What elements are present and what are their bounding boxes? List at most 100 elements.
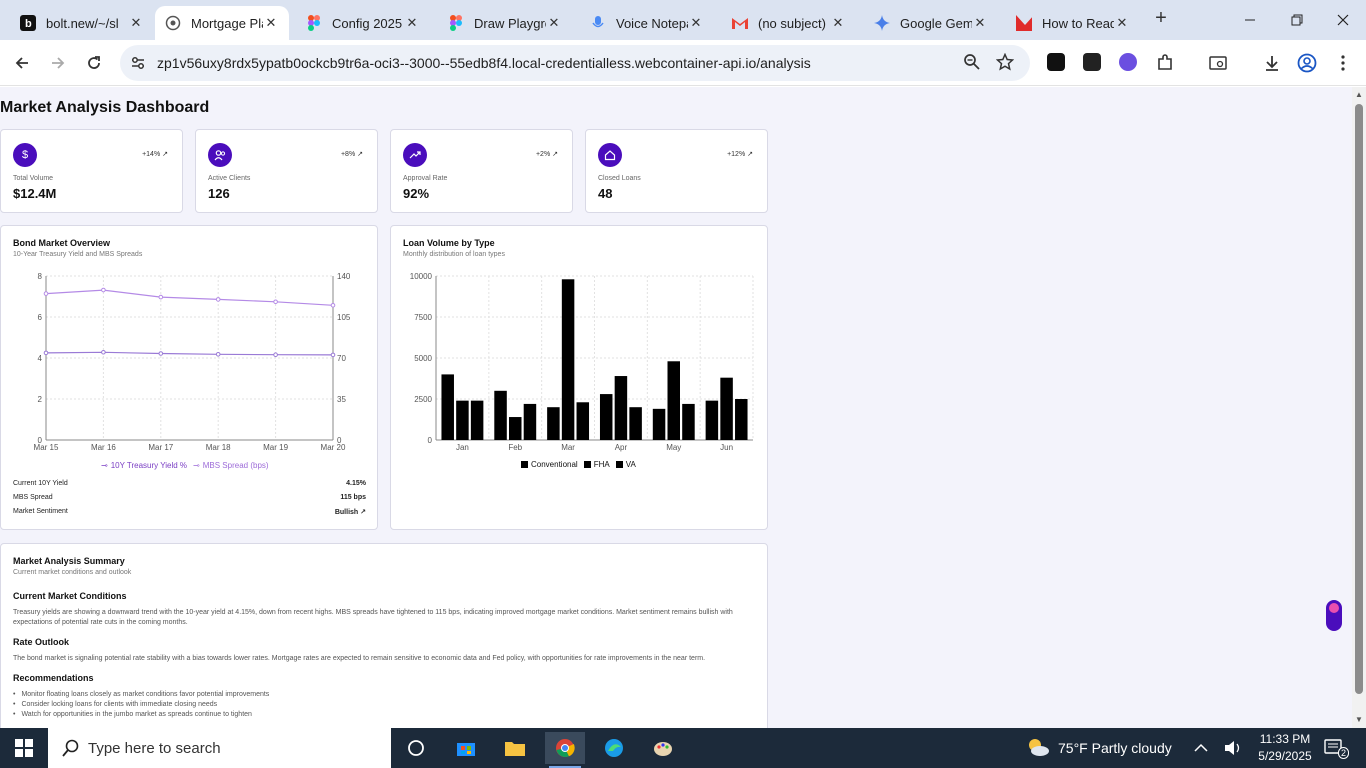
bar bbox=[629, 407, 642, 440]
kv-row-sentiment: Market Sentiment Bullish ↗ bbox=[13, 508, 366, 516]
new-tab-button[interactable]: + bbox=[1150, 8, 1172, 30]
task-view-icon[interactable] bbox=[396, 732, 436, 764]
extension-icon[interactable] bbox=[1047, 53, 1065, 71]
site-settings-icon[interactable] bbox=[129, 54, 147, 72]
stat-value: $12.4M bbox=[13, 186, 57, 201]
tab-strip: b bolt.new/~/sl ✕ Mortgage Pla ✕ Config … bbox=[0, 0, 1366, 40]
close-icon[interactable]: ✕ bbox=[546, 15, 562, 31]
stat-card-active-clients: +8% ↗ Active Clients 126 bbox=[195, 129, 378, 213]
list-item: Watch for opportunities in the jumbo mar… bbox=[13, 710, 269, 720]
clock-date: 5/29/2025 bbox=[1258, 749, 1312, 763]
close-icon[interactable]: ✕ bbox=[688, 15, 704, 31]
x-tick-label: Mar bbox=[561, 443, 575, 452]
puzzle-icon[interactable] bbox=[1153, 51, 1177, 75]
volume-icon[interactable] bbox=[1224, 728, 1242, 768]
figma-icon bbox=[448, 15, 464, 31]
page-scrollbar[interactable]: ▲ ▼ bbox=[1352, 87, 1366, 728]
bar bbox=[735, 399, 748, 440]
home-icon bbox=[598, 143, 622, 167]
tab-bolt[interactable]: b bolt.new/~/sl ✕ bbox=[10, 6, 154, 40]
tab-title: Mortgage Pla bbox=[191, 15, 263, 31]
scroll-up-icon[interactable]: ▲ bbox=[1355, 91, 1363, 99]
data-point bbox=[330, 352, 336, 358]
system-clock[interactable]: 11:33 PM 5/29/2025 bbox=[1246, 731, 1324, 765]
tab-title: bolt.new/~/sl bbox=[46, 15, 119, 31]
windows-start-icon[interactable] bbox=[4, 732, 44, 764]
tab-howto[interactable]: How to Read ✕ bbox=[1006, 6, 1140, 40]
series-line bbox=[45, 351, 334, 356]
profile-icon[interactable] bbox=[1295, 51, 1319, 75]
list-item: Monitor floating loans closely as market… bbox=[13, 690, 269, 700]
stat-change: +14% ↗ bbox=[142, 151, 168, 158]
tab-config[interactable]: Config 2025 ✕ bbox=[296, 6, 430, 40]
file-explorer-icon[interactable] bbox=[495, 732, 535, 764]
extension-icon[interactable] bbox=[1119, 53, 1137, 71]
section-heading: Current Market Conditions bbox=[13, 591, 127, 601]
store-icon[interactable] bbox=[446, 732, 486, 764]
stat-label: Total Volume bbox=[13, 175, 54, 182]
notification-icon[interactable]: 2 bbox=[1324, 728, 1350, 768]
bookmark-star-icon[interactable] bbox=[995, 52, 1015, 76]
mic-icon bbox=[590, 15, 606, 31]
tray-chevron-icon[interactable] bbox=[1194, 728, 1208, 768]
y-tick-label-right: 35 bbox=[337, 395, 346, 404]
y-tick-label-right: 140 bbox=[337, 272, 351, 281]
y-tick-label-right: 70 bbox=[337, 354, 346, 363]
scrollbar-thumb[interactable] bbox=[1355, 104, 1363, 694]
bar bbox=[470, 400, 484, 440]
minimize-icon[interactable] bbox=[1238, 8, 1262, 32]
close-icon[interactable]: ✕ bbox=[972, 15, 988, 31]
extension-icon[interactable] bbox=[1083, 53, 1101, 71]
close-icon[interactable]: ✕ bbox=[404, 15, 420, 31]
close-icon[interactable]: ✕ bbox=[263, 15, 279, 31]
tab-search-icon[interactable] bbox=[1206, 51, 1230, 75]
users-icon bbox=[208, 143, 232, 167]
data-point bbox=[158, 294, 164, 300]
search-icon bbox=[62, 739, 80, 762]
kv-row-spread: MBS Spread 115 bps bbox=[13, 494, 366, 501]
bar bbox=[456, 400, 469, 440]
x-tick-label: Mar 19 bbox=[263, 443, 288, 452]
list-item: Consider locking loans for clients with … bbox=[13, 700, 269, 710]
zoom-icon[interactable] bbox=[963, 53, 981, 76]
restore-icon[interactable] bbox=[1285, 8, 1309, 32]
tab-mortgage[interactable]: Mortgage Pla ✕ bbox=[155, 6, 289, 40]
forward-icon[interactable] bbox=[46, 51, 70, 75]
back-icon[interactable] bbox=[10, 51, 34, 75]
x-tick-label: Mar 20 bbox=[321, 443, 346, 452]
section-heading: Rate Outlook bbox=[13, 637, 70, 647]
tab-gmail[interactable]: (no subject) - ✕ bbox=[722, 6, 856, 40]
reload-icon[interactable] bbox=[82, 51, 106, 75]
chrome-icon[interactable] bbox=[545, 732, 585, 768]
tab-draw[interactable]: Draw Playgro ✕ bbox=[438, 6, 572, 40]
bar bbox=[523, 403, 537, 440]
assistant-widget[interactable] bbox=[1326, 600, 1342, 631]
taskbar-search[interactable]: Type here to search bbox=[48, 728, 391, 768]
address-bar[interactable]: zp1v56uxy8rdx5ypatb0ockcb9tr6a-oci3--300… bbox=[120, 45, 1030, 81]
close-window-icon[interactable] bbox=[1331, 8, 1355, 32]
stat-card-approval-rate: +2% ↗ Approval Rate 92% bbox=[390, 129, 573, 213]
weather-widget[interactable]: 75°F Partly cloudy bbox=[1026, 728, 1172, 768]
stat-change: +12% ↗ bbox=[727, 151, 753, 158]
tab-voice[interactable]: Voice Notepa ✕ bbox=[580, 6, 714, 40]
data-point bbox=[43, 291, 49, 296]
tab-title: How to Read bbox=[1042, 15, 1114, 31]
x-tick-label: Apr bbox=[615, 443, 628, 452]
tab-title: Voice Notepa bbox=[616, 15, 688, 31]
data-point bbox=[273, 299, 278, 305]
menu-icon[interactable] bbox=[1331, 51, 1355, 75]
download-icon[interactable] bbox=[1260, 51, 1284, 75]
close-icon[interactable]: ✕ bbox=[128, 15, 144, 31]
stat-card-closed-loans: +12% ↗ Closed Loans 48 bbox=[585, 129, 768, 213]
bar bbox=[599, 394, 613, 440]
edge-icon[interactable] bbox=[594, 732, 634, 764]
scroll-down-icon[interactable]: ▼ bbox=[1355, 716, 1363, 724]
url-text: zp1v56uxy8rdx5ypatb0ockcb9tr6a-oci3--300… bbox=[157, 55, 811, 71]
page-title: Market Analysis Dashboard bbox=[0, 99, 210, 116]
bar bbox=[667, 361, 680, 440]
paint-icon[interactable] bbox=[643, 732, 683, 764]
tab-gemini[interactable]: Google Gem ✕ bbox=[864, 6, 998, 40]
close-icon[interactable]: ✕ bbox=[830, 15, 846, 31]
y-tick-label: 0 bbox=[428, 436, 433, 445]
close-icon[interactable]: ✕ bbox=[1114, 15, 1130, 31]
